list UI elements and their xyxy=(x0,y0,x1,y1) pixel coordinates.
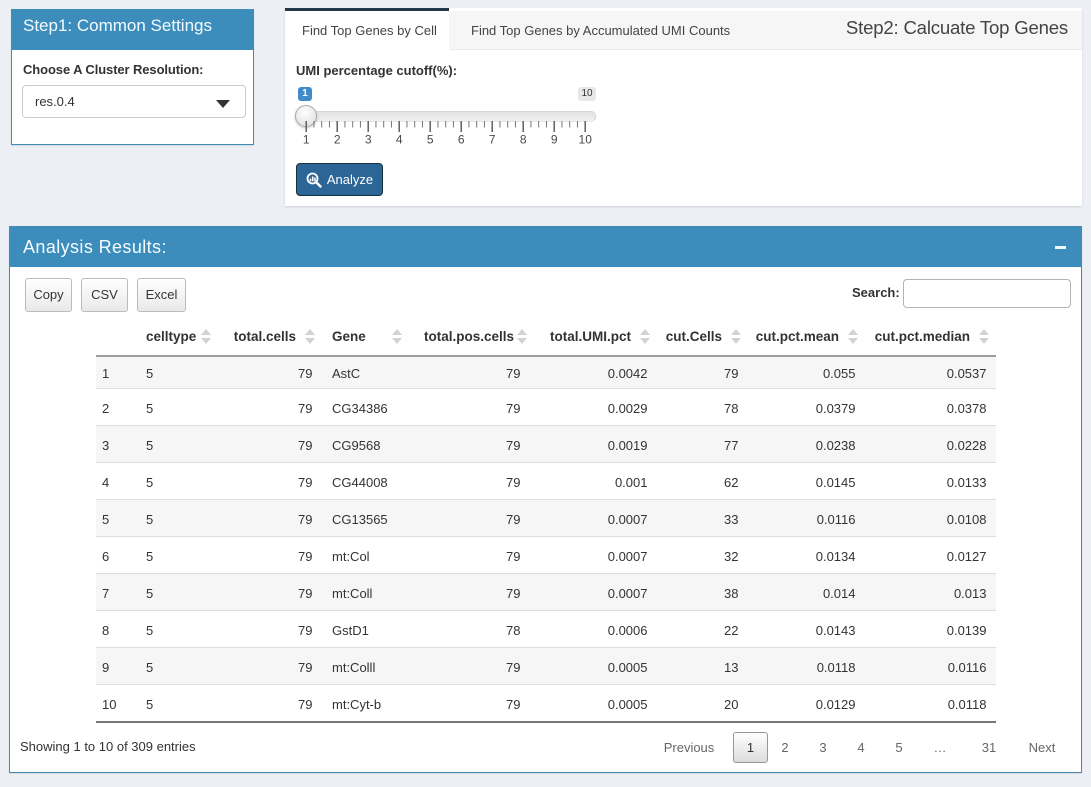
svg-text:3: 3 xyxy=(365,133,372,147)
svg-text:7: 7 xyxy=(489,133,496,147)
svg-text:6: 6 xyxy=(458,133,465,147)
svg-text:2: 2 xyxy=(334,133,341,147)
svg-text:10: 10 xyxy=(579,133,593,147)
svg-text:4: 4 xyxy=(396,133,403,147)
svg-text:1: 1 xyxy=(303,133,310,147)
svg-text:9: 9 xyxy=(551,133,558,147)
svg-text:5: 5 xyxy=(427,133,434,147)
svg-text:8: 8 xyxy=(520,133,527,147)
